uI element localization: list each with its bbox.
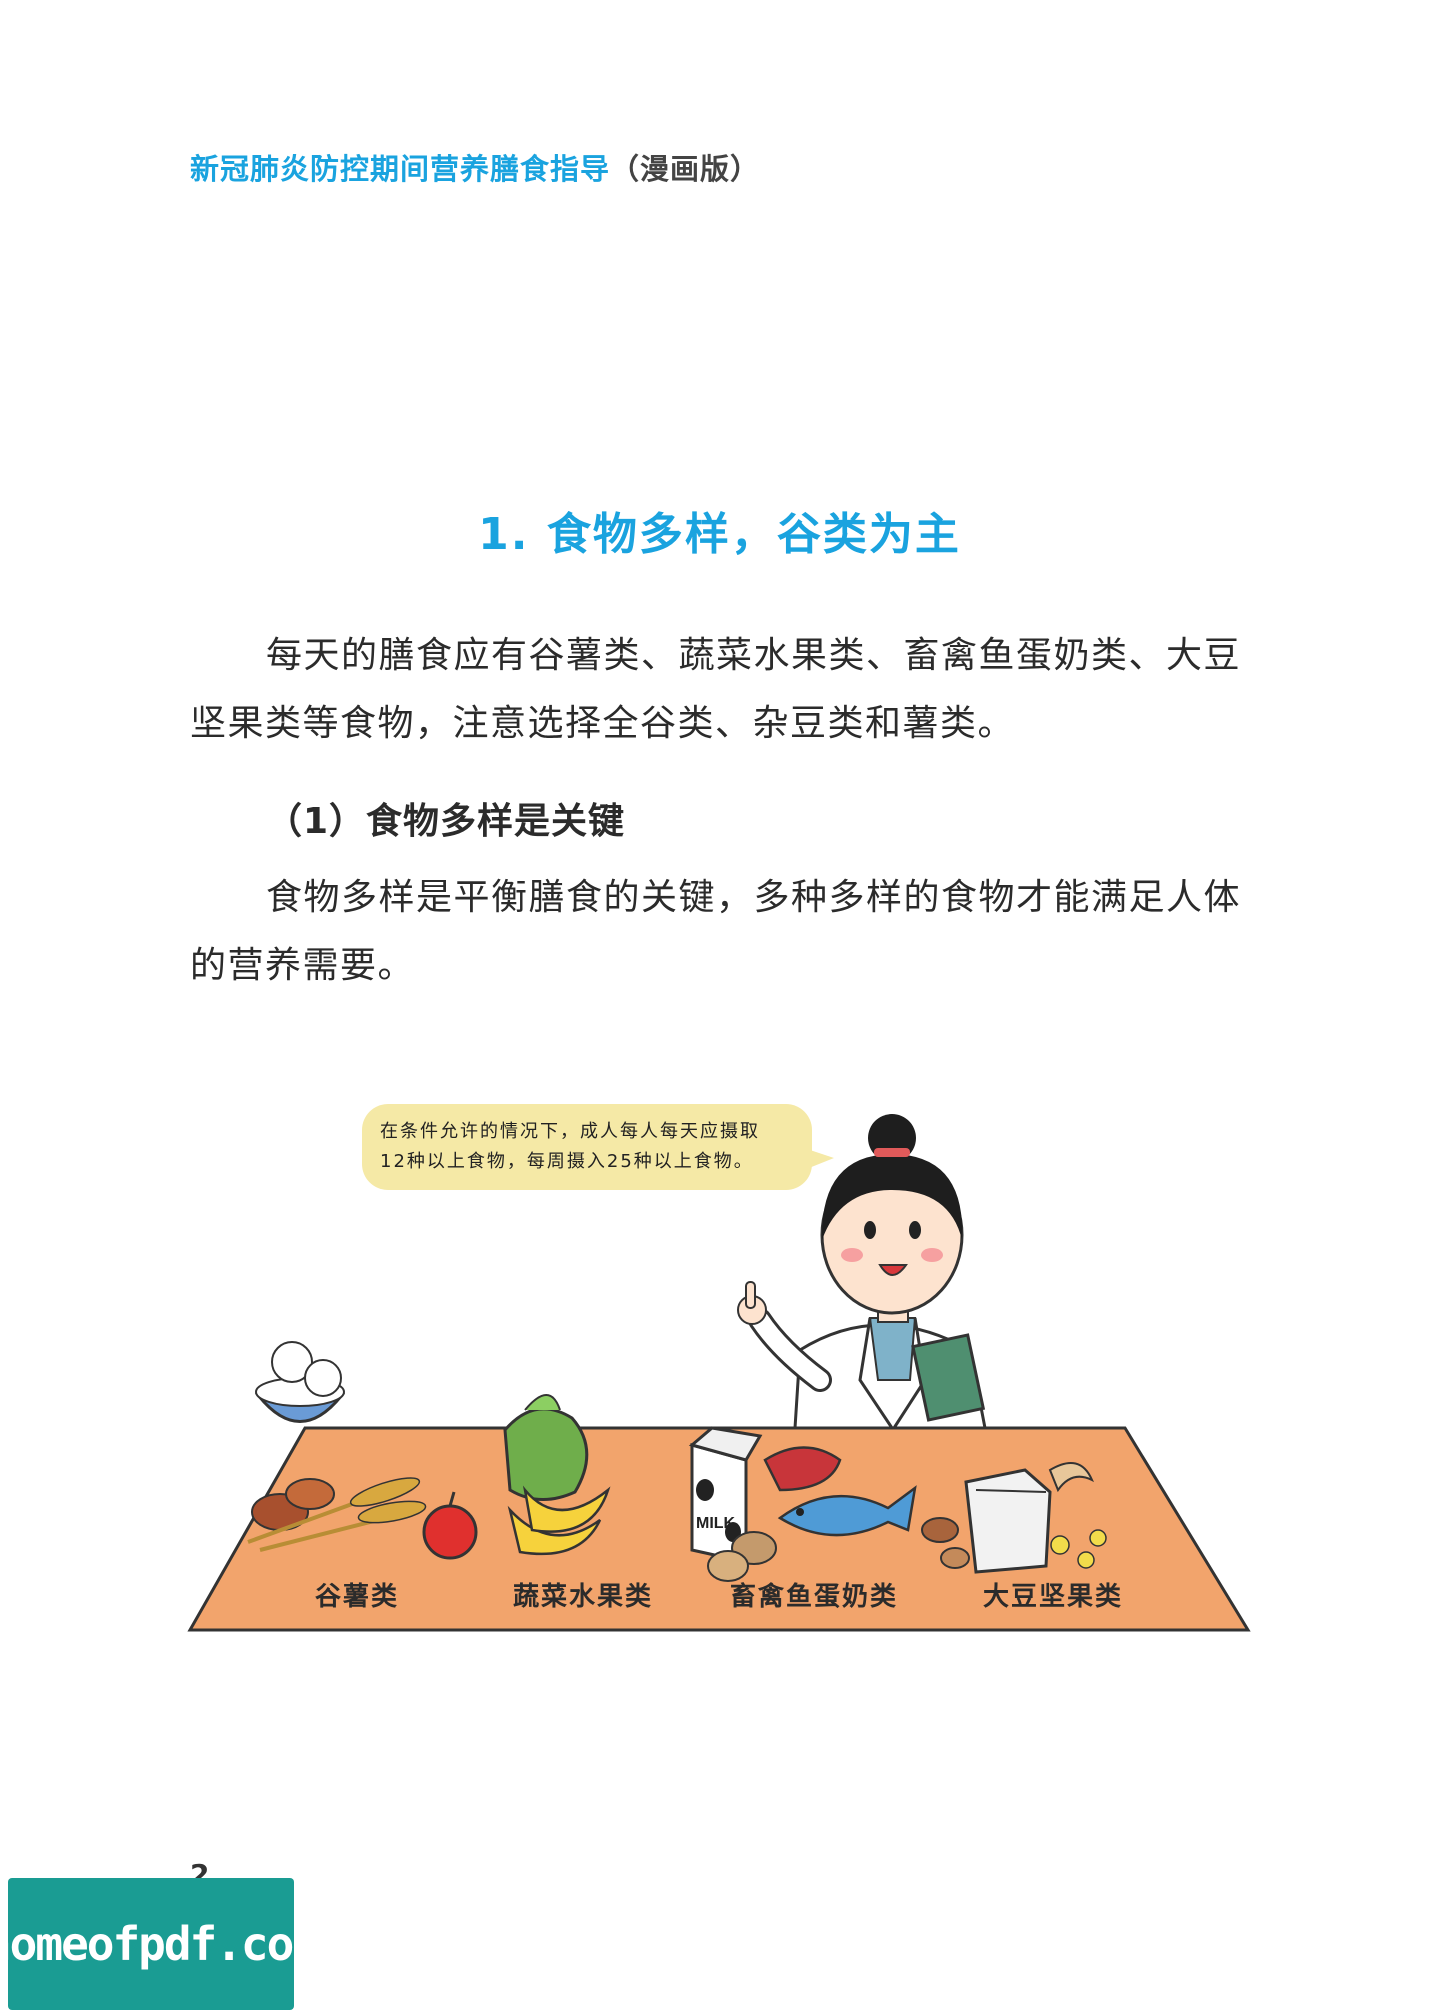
speech-line-1: 在条件允许的情况下，成人每人每天应摄取 bbox=[380, 1121, 760, 1142]
milk-label: MILK bbox=[696, 1515, 736, 1532]
food-label-soy-nuts: 大豆坚果类 bbox=[983, 1582, 1124, 1612]
watermark-logo: homeofpdf.com bbox=[0, 1878, 320, 2010]
running-header: 新冠肺炎防控期间营养膳食指导（漫画版） bbox=[190, 146, 760, 188]
subheading: （1）食物多样是关键 bbox=[266, 801, 626, 842]
food-label-animal: 畜禽鱼蛋奶类 bbox=[730, 1582, 899, 1612]
food-label-fruit-veg: 蔬菜水果类 bbox=[513, 1582, 654, 1612]
book-title: 新冠肺炎防控期间营养膳食指导 bbox=[190, 152, 611, 186]
section-title: 1. 食物多样，谷类为主 bbox=[478, 509, 961, 560]
body-paragraph: 食物多样是平衡膳食的关键，多种多样的食物才能满足人体的营养需要。 bbox=[190, 877, 1242, 986]
speech-bubble: 在条件允许的情况下，成人每人每天应摄取 12种以上食物，每周摄入25种以上食物。 bbox=[362, 1104, 834, 1190]
watermark-text: homeofpdf.com bbox=[0, 1917, 320, 1971]
food-label-grains: 谷薯类 bbox=[315, 1582, 400, 1612]
speech-bubble-tail bbox=[804, 1148, 834, 1170]
speech-line-2: 12种以上食物，每周摄入25种以上食物。 bbox=[380, 1151, 754, 1172]
intro-paragraph: 每天的膳食应有谷薯类、蔬菜水果类、畜禽鱼蛋奶类、大豆坚果类等食物，注意选择全谷类… bbox=[190, 635, 1242, 744]
book-subtitle: （漫画版） bbox=[610, 152, 761, 186]
